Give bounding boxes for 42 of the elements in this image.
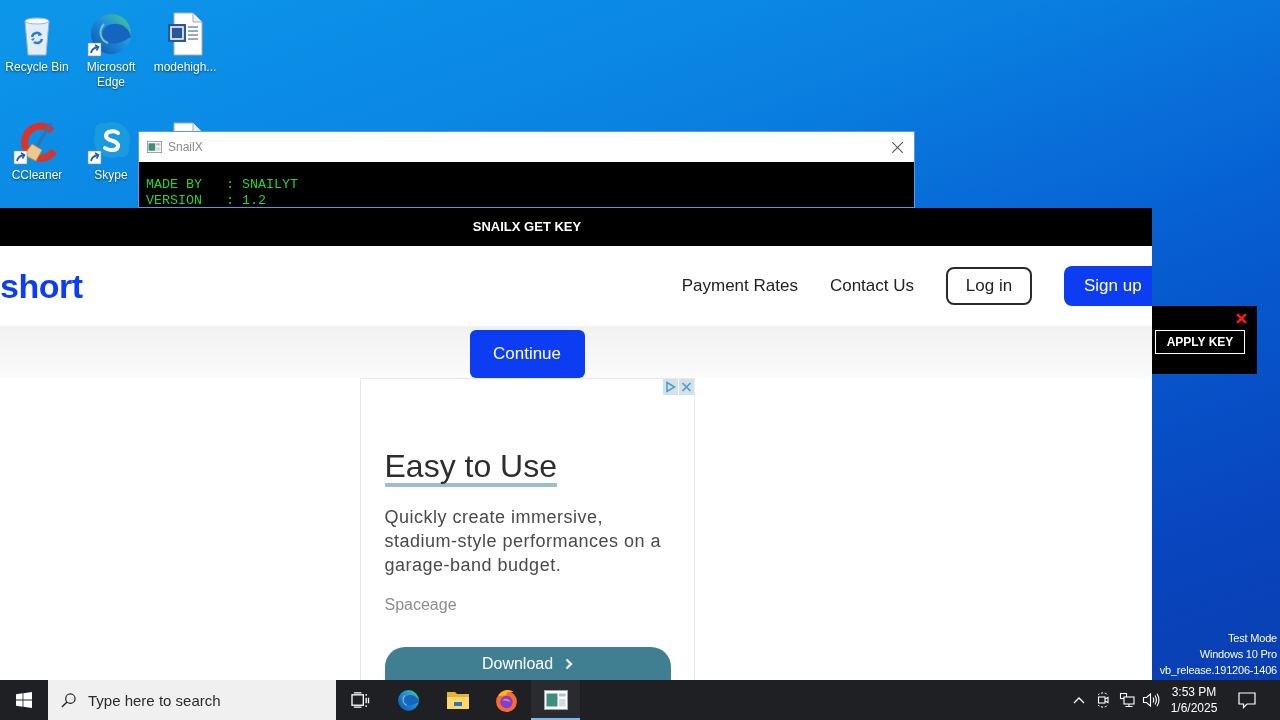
system-info-text: Test Mode <box>1228 631 1277 646</box>
signup-button[interactable]: Sign up <box>1064 266 1152 306</box>
chevron-right-icon <box>565 658 574 670</box>
close-icon <box>1236 313 1247 324</box>
camera-icon <box>1095 692 1111 708</box>
taskbar-app[interactable] <box>531 680 580 720</box>
search-icon <box>61 692 76 708</box>
close-button[interactable] <box>1236 313 1247 324</box>
system-info-text: Windows 10 Pro <box>1199 647 1277 662</box>
close-icon <box>891 141 903 153</box>
site-logo: short <box>0 266 83 306</box>
nav-link[interactable]: Contact Us <box>829 273 914 299</box>
network-icon <box>1119 692 1135 708</box>
console-text: VERSION : 1.2 <box>146 193 267 209</box>
apply-key-button[interactable]: APPLY KEY <box>1155 330 1245 354</box>
window-title: SNAILX GET KEY <box>472 218 582 237</box>
notification-icon <box>1238 691 1256 709</box>
advertiser-name: Spaceage <box>384 595 457 615</box>
windows-logo-icon <box>16 692 32 708</box>
folder-icon <box>445 689 470 711</box>
clock[interactable]: 3:53 PM 1/6/2025 <box>1163 680 1225 720</box>
browser-icon <box>396 687 421 713</box>
download-button[interactable]: Download <box>384 647 671 680</box>
console-text: MADE BY : SNAILYT <box>146 177 299 193</box>
chevron-up-icon <box>1073 696 1085 704</box>
system-info-text: vb_release.191206-1406 <box>1159 663 1277 678</box>
nav-link[interactable]: Payment Rates <box>681 273 798 299</box>
close-button[interactable] <box>890 140 904 154</box>
console-window-icon <box>147 141 162 153</box>
desktop-item[interactable]: Skype <box>87 114 135 183</box>
ad-info-icon[interactable] <box>662 379 678 395</box>
console-window-icon <box>543 690 568 710</box>
continue-button[interactable]: Continue <box>469 330 585 378</box>
browser-icon <box>494 687 519 713</box>
ad-headline: Easy to Use <box>384 449 557 487</box>
volume-icon <box>1142 692 1160 708</box>
login-button[interactable]: Log in <box>946 267 1032 305</box>
desktop-item[interactable]: CCleaner <box>11 114 63 183</box>
task-view-icon <box>350 691 370 709</box>
window-title: SnailX <box>168 139 203 156</box>
close-icon[interactable] <box>678 379 694 395</box>
ad-text: Quickly create immersive, stadium-style performances on a garage-band budget. <box>384 506 663 577</box>
